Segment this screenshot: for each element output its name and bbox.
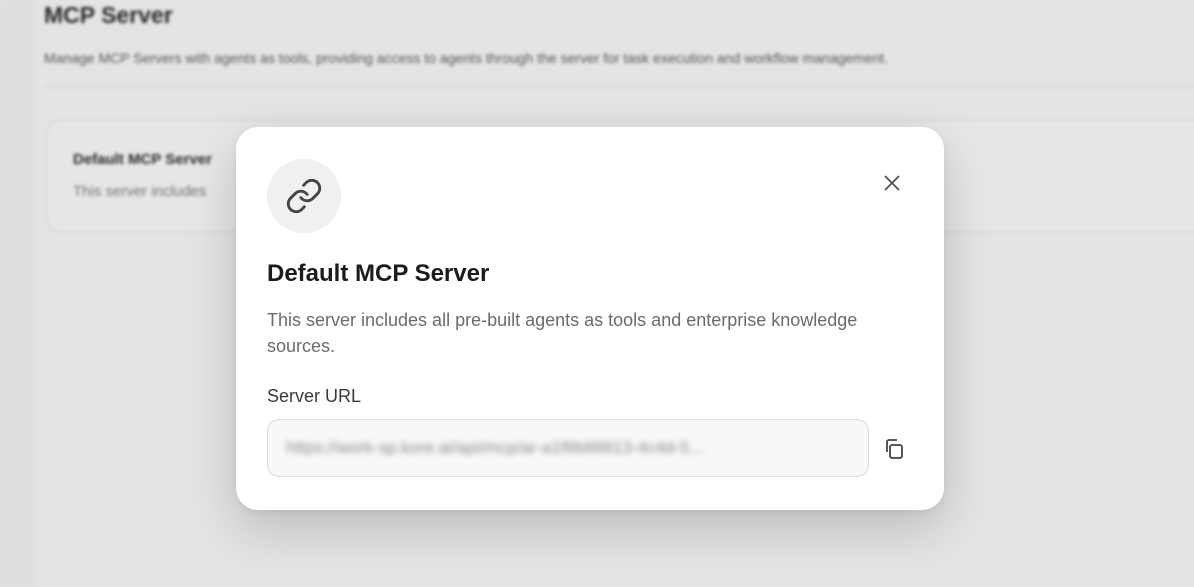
server-url-field[interactable]: https://work-sp.kore.ai/api/mcp/ar-a1f8b… [267, 419, 869, 477]
page: MCP Server Manage MCP Servers with agent… [0, 0, 1194, 587]
copy-url-button[interactable] [879, 434, 909, 464]
copy-icon [886, 439, 903, 459]
server-url-label: Server URL [267, 386, 362, 406]
link-icon [267, 159, 341, 233]
modal-title: Default MCP Server [267, 260, 490, 287]
close-button[interactable] [876, 167, 908, 199]
modal-description: This server includes all pre-built agent… [267, 310, 858, 356]
close-icon [884, 175, 900, 191]
server-url-value: https://work-sp.kore.ai/api/mcp/ar-a1f8b… [286, 438, 704, 457]
server-details-modal: Default MCP Server This server includes … [236, 127, 944, 510]
